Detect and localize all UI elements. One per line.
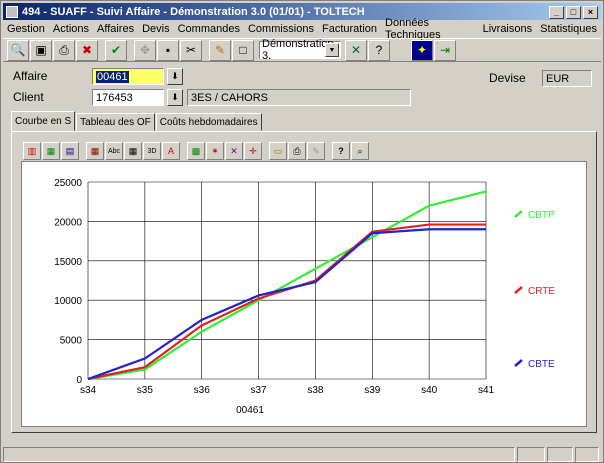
minimize-button[interactable]: _ bbox=[549, 6, 564, 19]
window-title: 494 - SUAFF - Suivi Affaire - Démonstrat… bbox=[22, 5, 365, 18]
menu-commandes[interactable]: Commandes bbox=[174, 23, 244, 35]
tools-icon[interactable]: ✕ bbox=[345, 39, 367, 61]
help-icon[interactable]: ? bbox=[332, 142, 350, 160]
tab-bar: Courbe en S Tableau des OF Coûts hebdoma… bbox=[11, 111, 263, 131]
3d-bar-icon[interactable]: ▦ bbox=[42, 142, 60, 160]
y-tick-label: 25000 bbox=[54, 178, 82, 189]
help-pointer-icon[interactable]: ? bbox=[368, 39, 390, 61]
3d-toggle-icon[interactable]: 3D bbox=[143, 142, 161, 160]
legend-swatch-cbtp bbox=[514, 210, 523, 218]
affaire-input[interactable]: 00461 bbox=[92, 68, 164, 85]
status-cell-2 bbox=[547, 447, 573, 462]
legend-icon[interactable]: ✕ bbox=[225, 142, 243, 160]
menu-statistiques[interactable]: Statistiques bbox=[536, 23, 601, 35]
company-select[interactable]: Démonstration 3. ▼ bbox=[259, 38, 341, 62]
crosshair-icon[interactable]: ✛ bbox=[244, 142, 262, 160]
x-tick-label: s35 bbox=[137, 385, 154, 396]
client-code-input[interactable]: 176453 bbox=[92, 89, 164, 106]
status-cell-1 bbox=[517, 447, 545, 462]
affaire-picker-button[interactable]: ⬇ bbox=[167, 68, 183, 85]
delete-doc-icon[interactable]: ✖ bbox=[76, 39, 98, 61]
maximize-button[interactable]: □ bbox=[566, 6, 581, 19]
search-icon[interactable]: 🔍 bbox=[7, 39, 29, 61]
x-tick-label: s41 bbox=[478, 385, 495, 396]
x-tick-label: s38 bbox=[307, 385, 324, 396]
y-tick-label: 5000 bbox=[60, 336, 83, 347]
pattern-icon[interactable]: ✶ bbox=[206, 142, 224, 160]
client-label: Client bbox=[13, 90, 44, 104]
chevron-down-icon[interactable]: ▼ bbox=[325, 43, 339, 57]
move-icon: ✥ bbox=[134, 39, 156, 61]
camera-icon[interactable]: ▣ bbox=[30, 39, 52, 61]
menu-bar: Gestion Actions Affaires Devis Commandes… bbox=[3, 17, 601, 41]
data-grid-icon[interactable]: ▦ bbox=[86, 142, 104, 160]
title-bar: 494 - SUAFF - Suivi Affaire - Démonstrat… bbox=[3, 3, 601, 20]
main-toolbar: 🔍 ▣ ⎙ ✖ ✔ ✥ ▪ ✂ ✎ □ Démonstration 3. ▼ ✕… bbox=[3, 38, 601, 62]
close-button[interactable]: × bbox=[583, 6, 598, 19]
menu-affaires[interactable]: Affaires bbox=[93, 23, 138, 35]
menu-livraisons[interactable]: Livraisons bbox=[479, 23, 537, 35]
status-cell-main bbox=[3, 447, 515, 462]
grid-lines-icon[interactable]: ▦ bbox=[124, 142, 142, 160]
legend-label-cbtp: CBTP bbox=[528, 210, 555, 221]
client-name-field: 3ES / CAHORS bbox=[187, 89, 411, 106]
ok-icon[interactable]: ✔ bbox=[105, 39, 127, 61]
menu-gestion[interactable]: Gestion bbox=[3, 23, 49, 35]
pen-icon[interactable]: ✎ bbox=[307, 142, 325, 160]
menu-facturation[interactable]: Facturation bbox=[318, 23, 381, 35]
y-tick-label: 10000 bbox=[54, 296, 82, 307]
legend-label-cbte: CBTE bbox=[528, 359, 555, 370]
menu-devis[interactable]: Devis bbox=[138, 23, 174, 35]
eraser-icon[interactable]: ✎ bbox=[209, 39, 231, 61]
x-tick-label: s36 bbox=[194, 385, 211, 396]
x-tick-label: s34 bbox=[80, 385, 97, 396]
s-curve-chart: 0500010000150002000025000s34 s35 s36 s37 s38… bbox=[54, 178, 555, 416]
app-icon bbox=[6, 5, 18, 18]
print-icon[interactable]: ⎙ bbox=[53, 39, 75, 61]
main-window: 494 - SUAFF - Suivi Affaire - Démonstrat… bbox=[0, 0, 604, 463]
zoom-icon[interactable]: ⌕ bbox=[351, 142, 369, 160]
devise-field: EUR bbox=[542, 70, 592, 87]
series-line-cbte bbox=[87, 228, 486, 381]
stacked-bar-icon[interactable]: ▤ bbox=[61, 142, 79, 160]
x-tick-label: s39 bbox=[364, 385, 381, 396]
series-line-cbtp bbox=[87, 190, 487, 381]
tab-courbe-en-s[interactable]: Courbe en S bbox=[11, 111, 76, 131]
tab-tableau-des-of[interactable]: Tableau des OF bbox=[76, 113, 155, 131]
bar-chart-icon[interactable]: ▥ bbox=[23, 142, 41, 160]
y-tick-label: 15000 bbox=[54, 257, 82, 268]
x-axis-label: 00461 bbox=[236, 405, 264, 416]
chart-area: 0 5000 10000 15000 20000 25000 s34 s35 s36 s37 s38… bbox=[21, 161, 587, 427]
font-icon[interactable]: A bbox=[162, 142, 180, 160]
text-labels-icon[interactable]: Abc bbox=[105, 142, 123, 160]
x-tick-label: s40 bbox=[421, 385, 438, 396]
y-tick-label: 20000 bbox=[54, 217, 82, 228]
export-icon[interactable]: ▭ bbox=[269, 142, 287, 160]
devise-label: Devise bbox=[489, 71, 526, 85]
client-picker-button[interactable]: ⬇ bbox=[167, 89, 183, 106]
affaire-label: Affaire bbox=[13, 69, 48, 83]
palette-icon[interactable]: ▩ bbox=[187, 142, 205, 160]
save-icon[interactable]: ▪ bbox=[157, 39, 179, 61]
print-chart-icon[interactable]: ⎙ bbox=[288, 142, 306, 160]
exit-icon[interactable]: ⇥ bbox=[434, 39, 456, 61]
wizard-icon[interactable]: ✦ bbox=[411, 39, 433, 61]
legend-swatch-crte bbox=[514, 286, 523, 294]
tab-couts-hebdomadaires[interactable]: Coûts hebdomadaires bbox=[155, 113, 262, 131]
status-bar bbox=[3, 445, 601, 462]
menu-actions[interactable]: Actions bbox=[49, 23, 93, 35]
status-cell-3 bbox=[575, 447, 599, 462]
legend-swatch-cbte bbox=[514, 359, 523, 367]
menu-commissions[interactable]: Commissions bbox=[244, 23, 318, 35]
new-doc-icon[interactable]: □ bbox=[232, 39, 254, 61]
x-tick-label: s37 bbox=[251, 385, 268, 396]
chart-toolbar: ▥ ▦ ▤ ▦ Abc ▦ 3D A ▩ ✶ ✕ ✛ ▭ ⎙ ✎ ? ⌕ bbox=[23, 140, 370, 162]
cut-icon[interactable]: ✂ bbox=[180, 39, 202, 61]
legend-label-crte: CRTE bbox=[528, 286, 555, 297]
